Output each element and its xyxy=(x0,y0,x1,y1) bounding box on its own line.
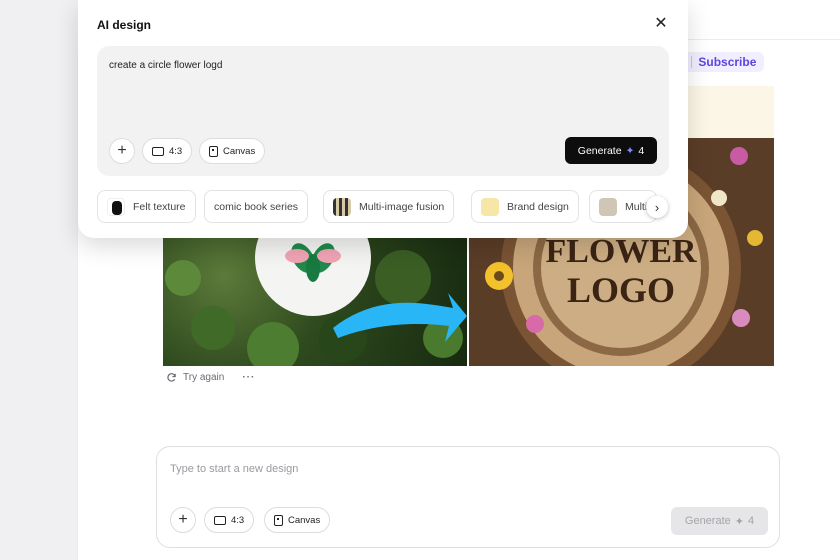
style-label: comic book series xyxy=(214,200,299,213)
generate-button[interactable]: Generate ✦ 4 xyxy=(565,137,657,164)
logo-word-logo: LOGO xyxy=(567,270,675,310)
style-presets: Felt texture comic book series Multi-ima… xyxy=(97,190,669,224)
canvas-label: Canvas xyxy=(288,514,321,526)
style-brand-design[interactable]: Brand design xyxy=(471,190,579,223)
canvas-button[interactable]: Canvas xyxy=(199,138,266,164)
try-again-button[interactable]: Try again xyxy=(183,372,224,383)
style-felt-texture[interactable]: Felt texture xyxy=(97,190,196,223)
generate-cost: 4 xyxy=(747,515,755,527)
aspect-ratio-icon xyxy=(152,146,164,156)
felt-thumbnail xyxy=(107,197,125,216)
add-attachment-button[interactable]: + xyxy=(170,507,196,533)
more-options-button[interactable]: ··· xyxy=(242,372,255,383)
prompt-placeholder[interactable]: Type to start a new design xyxy=(170,463,298,475)
source-image[interactable] xyxy=(163,238,467,366)
add-attachment-button[interactable]: + xyxy=(109,138,135,164)
aspect-ratio-label: 4:3 xyxy=(231,514,245,526)
close-icon[interactable]: ✕ xyxy=(652,14,670,32)
style-comic-book[interactable]: comic book series xyxy=(204,190,309,223)
divider xyxy=(691,56,693,68)
ai-design-dialog: AI design ✕ create a circle flower logd … xyxy=(78,0,688,238)
refresh-icon[interactable] xyxy=(166,372,177,383)
style-multi-image-fusion[interactable]: Multi-image fusion xyxy=(323,190,455,223)
subscribe-link[interactable]: Subscribe xyxy=(698,55,756,69)
new-design-prompt: Type to start a new design + 4:3 Canvas … xyxy=(156,446,780,548)
sparkle-icon: ✦ xyxy=(734,515,744,528)
plus-icon: + xyxy=(117,142,127,159)
generate-button-disabled[interactable]: Generate ✦ 4 xyxy=(671,507,768,535)
plus-icon: + xyxy=(178,511,188,528)
result-actions: Try again ··· xyxy=(166,372,255,383)
style-label: Multi-image fusion xyxy=(359,200,445,213)
canvas-label: Canvas xyxy=(223,145,256,157)
multi-thumbnail xyxy=(599,197,617,216)
foliage-photo xyxy=(165,238,467,366)
generate-cost: 4 xyxy=(638,144,645,157)
style-label: Multi xyxy=(625,200,648,213)
canvas-icon xyxy=(274,514,283,526)
logo-word-flower: FLOWER xyxy=(545,233,697,270)
fusion-thumbnail xyxy=(333,197,351,216)
style-label: Felt texture xyxy=(133,200,186,213)
canvas-icon xyxy=(209,145,218,157)
aspect-ratio-button[interactable]: 4:3 xyxy=(142,138,193,164)
generate-label: Generate xyxy=(577,144,622,157)
canvas-button[interactable]: Canvas xyxy=(264,507,331,533)
aspect-ratio-button[interactable]: 4:3 xyxy=(204,507,255,533)
dialog-title: AI design xyxy=(97,18,152,32)
sparkle-icon: ✦ xyxy=(625,144,635,157)
style-label: Brand design xyxy=(507,200,569,213)
aspect-ratio-icon xyxy=(214,515,226,525)
prompt-input[interactable]: create a circle flower logd + 4:3 Canvas… xyxy=(97,46,669,176)
brand-thumbnail xyxy=(481,197,499,216)
aspect-ratio-label: 4:3 xyxy=(169,145,183,157)
generate-label: Generate xyxy=(684,515,731,527)
chevron-right-icon[interactable]: › xyxy=(646,196,668,218)
prompt-text[interactable]: create a circle flower logd xyxy=(109,60,222,71)
